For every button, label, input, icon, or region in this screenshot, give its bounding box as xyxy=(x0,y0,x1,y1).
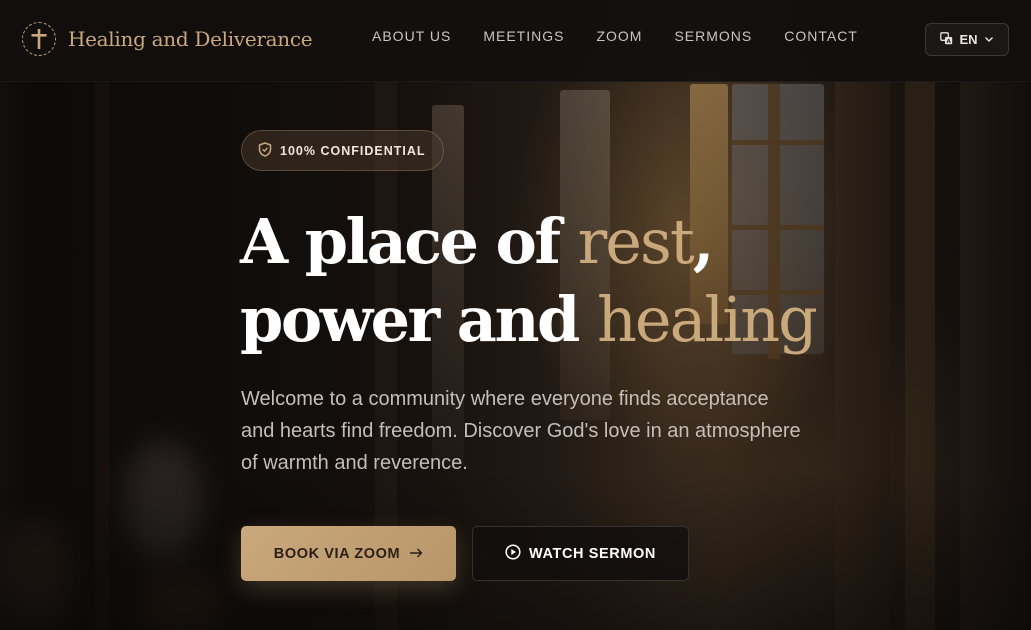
main-nav: ABOUT US MEETINGS ZOOM SERMONS CONTACT xyxy=(372,28,890,44)
headline-accent-rest: rest xyxy=(577,205,695,278)
nav-item-zoom[interactable]: ZOOM xyxy=(596,28,642,44)
site-header: Healing and Deliverance ABOUT US MEETING… xyxy=(0,0,1031,82)
badge-label: 100% CONFIDENTIAL xyxy=(280,143,426,158)
cross-icon xyxy=(22,22,56,56)
brand-name: Healing and Deliverance xyxy=(68,27,313,51)
brand[interactable]: Healing and Deliverance xyxy=(22,21,313,57)
headline-text: A place of xyxy=(240,205,578,278)
svg-text:A: A xyxy=(947,39,952,45)
nav-item-meetings[interactable]: MEETINGS xyxy=(483,28,564,44)
translate-icon: A xyxy=(940,31,953,48)
headline-line1: A place of rest, xyxy=(240,205,715,278)
headline-text: power and xyxy=(240,283,597,356)
headline-accent-healing: healing xyxy=(596,283,818,356)
headline-comma: , xyxy=(692,205,715,278)
shield-icon xyxy=(258,141,272,160)
language-selector[interactable]: A EN xyxy=(925,23,1009,56)
arrow-right-icon xyxy=(409,546,423,562)
nav-item-about-us[interactable]: ABOUT US xyxy=(372,28,451,44)
headline-line2: power and healing xyxy=(240,283,818,356)
watch-sermon-label: WATCH SERMON xyxy=(529,545,656,562)
book-via-zoom-button[interactable]: BOOK VIA ZOOM xyxy=(241,526,456,581)
watch-sermon-button[interactable]: WATCH SERMON xyxy=(472,526,689,581)
nav-item-sermons[interactable]: SERMONS xyxy=(674,28,752,44)
nav-item-contact[interactable]: CONTACT xyxy=(784,28,858,44)
play-circle-icon xyxy=(505,543,521,564)
language-label: EN xyxy=(959,32,978,47)
book-via-zoom-label: BOOK VIA ZOOM xyxy=(273,545,401,562)
hero-headline: A place of rest, power and healing xyxy=(240,203,818,359)
confidential-badge: 100% CONFIDENTIAL xyxy=(241,130,444,171)
hero-intro: Welcome to a community where everyone fi… xyxy=(241,388,801,474)
chevron-down-icon xyxy=(984,32,994,47)
